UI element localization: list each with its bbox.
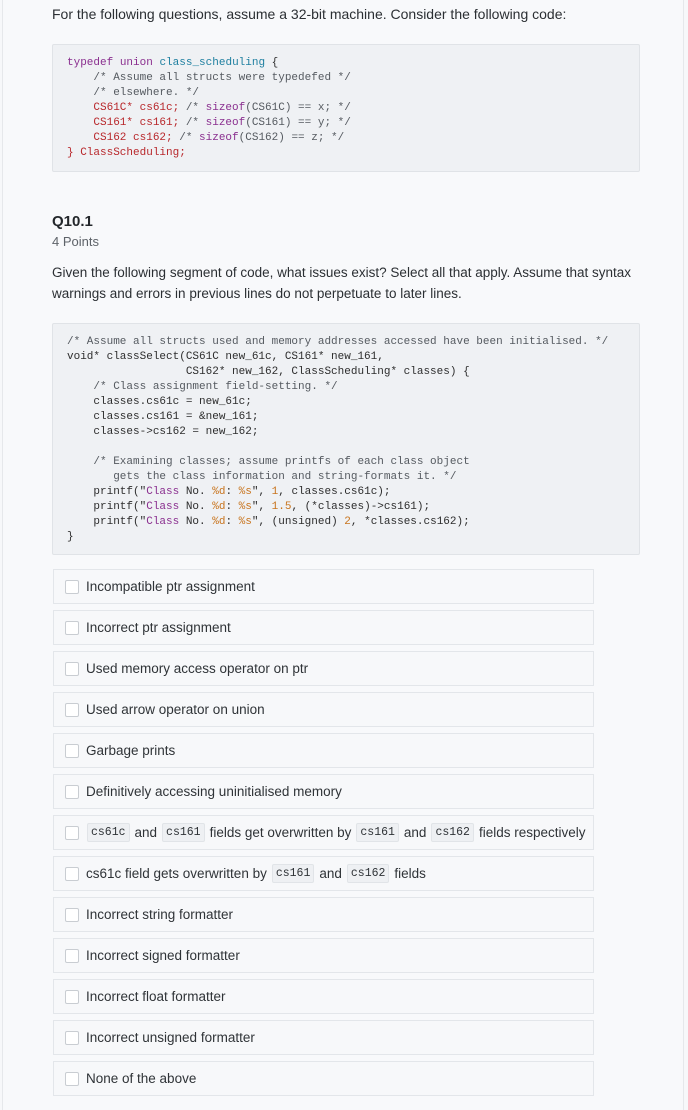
code-line: CS162 cs162; /* sizeof(CS162) == z; */ xyxy=(67,132,345,144)
option-label: Used memory access operator on ptr xyxy=(86,661,309,676)
option-arrow-operator-on-union[interactable]: Used arrow operator on union xyxy=(53,692,594,727)
option-label: Used arrow operator on union xyxy=(86,702,265,717)
option-label: None of the above xyxy=(86,1071,197,1086)
option-label: fields get overwritten by xyxy=(209,825,352,840)
option-label: fields respectively xyxy=(478,825,586,840)
option-label: Incorrect float formatter xyxy=(86,989,226,1004)
checkbox[interactable] xyxy=(65,579,79,594)
code-line: } xyxy=(67,531,74,543)
checkbox[interactable] xyxy=(65,661,79,676)
option-label: Incorrect string formatter xyxy=(86,907,234,922)
checkbox[interactable] xyxy=(65,784,79,799)
code-line: void* classSelect(CS61C new_61c, CS161* … xyxy=(67,351,384,363)
option-label: and xyxy=(134,825,158,840)
intro-text: For the following questions, assume a 32… xyxy=(52,6,567,22)
inline-code: cs161 xyxy=(356,823,399,842)
code-line: classes.cs61c = new_61c; xyxy=(67,396,252,408)
option-incorrect-unsigned-formatter[interactable]: Incorrect unsigned formatter xyxy=(53,1020,594,1055)
code-line: printf("Class No. %d: %s", 1, classes.cs… xyxy=(67,486,391,498)
option-cs61c-overwritten[interactable]: cs61c field gets overwritten by cs161 an… xyxy=(53,856,594,891)
checkbox[interactable] xyxy=(65,907,79,922)
checkbox[interactable] xyxy=(65,702,79,717)
checkbox[interactable] xyxy=(65,825,79,840)
option-label: Definitively accessing uninitialised mem… xyxy=(86,784,342,799)
code-line: /* elsewhere. */ xyxy=(67,87,200,99)
option-label: Garbage prints xyxy=(86,743,176,758)
code-line: CS61C* cs61c; /* sizeof(CS61C) == x; */ xyxy=(67,102,351,114)
code-line: /* Assume all structs used and memory ad… xyxy=(67,336,609,348)
inline-code: cs161 xyxy=(271,864,315,883)
option-none-of-the-above[interactable]: None of the above xyxy=(53,1061,594,1096)
option-incorrect-ptr-assignment[interactable]: Incorrect ptr assignment xyxy=(53,610,594,645)
option-garbage-prints[interactable]: Garbage prints xyxy=(53,733,594,768)
option-incorrect-float-formatter[interactable]: Incorrect float formatter xyxy=(53,979,594,1014)
question-title: Q10.1 xyxy=(52,213,93,230)
checkbox[interactable] xyxy=(65,989,79,1004)
checkbox[interactable] xyxy=(65,1030,79,1045)
option-incorrect-signed-formatter[interactable]: Incorrect signed formatter xyxy=(53,938,594,973)
code-line: /* Class assignment field-setting. */ xyxy=(67,381,338,393)
code-line: /* Examining classes; assume printfs of … xyxy=(67,456,470,468)
question-text: Given the following segment of code, wha… xyxy=(52,265,632,301)
checkbox[interactable] xyxy=(65,1071,79,1086)
answer-options: Incompatible ptr assignment Incorrect pt… xyxy=(53,569,594,1102)
option-memory-access-operator[interactable]: Used memory access operator on ptr xyxy=(53,651,594,686)
option-label: cs61c field gets overwritten by xyxy=(86,866,267,881)
code-line: gets the class information and string-fo… xyxy=(67,471,457,483)
checkbox[interactable] xyxy=(65,866,79,881)
code-line: /* Assume all structs were typedefed */ xyxy=(67,72,351,84)
checkbox[interactable] xyxy=(65,743,79,758)
inline-code: cs162 xyxy=(346,864,390,883)
checkbox[interactable] xyxy=(65,948,79,963)
code-line: classes.cs161 = &new_161; xyxy=(67,411,259,423)
code-line: } ClassScheduling; xyxy=(67,147,186,159)
option-label: Incorrect signed formatter xyxy=(86,948,240,963)
option-incompatible-ptr-assignment[interactable]: Incompatible ptr assignment xyxy=(53,569,594,604)
code-line: CS162* new_162, ClassScheduling* classes… xyxy=(67,366,470,378)
union-code-block: typedef union class_scheduling { /* Assu… xyxy=(52,44,640,172)
option-label: Incorrect unsigned formatter xyxy=(86,1030,255,1045)
option-uninitialised-memory[interactable]: Definitively accessing uninitialised mem… xyxy=(53,774,594,809)
option-label: and xyxy=(403,825,427,840)
option-label: and xyxy=(319,866,342,881)
checkbox[interactable] xyxy=(65,620,79,635)
code-line: classes->cs162 = new_162; xyxy=(67,426,259,438)
code-line: typedef union class_scheduling { xyxy=(67,57,279,69)
option-label: Incorrect ptr assignment xyxy=(86,620,231,635)
code-line: printf("Class No. %d: %s", 1.5, (*classe… xyxy=(67,501,431,513)
function-code-block: /* Assume all structs used and memory ad… xyxy=(52,323,640,555)
option-fields-overwritten-respectively[interactable]: cs61c and cs161 fields get overwritten b… xyxy=(53,815,594,850)
inline-code: cs161 xyxy=(162,823,205,842)
option-label: fields xyxy=(394,866,426,881)
option-label: Incompatible ptr assignment xyxy=(86,579,255,594)
page: For the following questions, assume a 32… xyxy=(2,0,684,1110)
inline-code: cs162 xyxy=(431,823,474,842)
option-incorrect-string-formatter[interactable]: Incorrect string formatter xyxy=(53,897,594,932)
inline-code: cs61c xyxy=(87,823,130,842)
question-points: 4 Points xyxy=(52,234,99,249)
code-line: printf("Class No. %d: %s", (unsigned) 2,… xyxy=(67,516,470,528)
code-line: CS161* cs161; /* sizeof(CS161) == y; */ xyxy=(67,117,351,129)
